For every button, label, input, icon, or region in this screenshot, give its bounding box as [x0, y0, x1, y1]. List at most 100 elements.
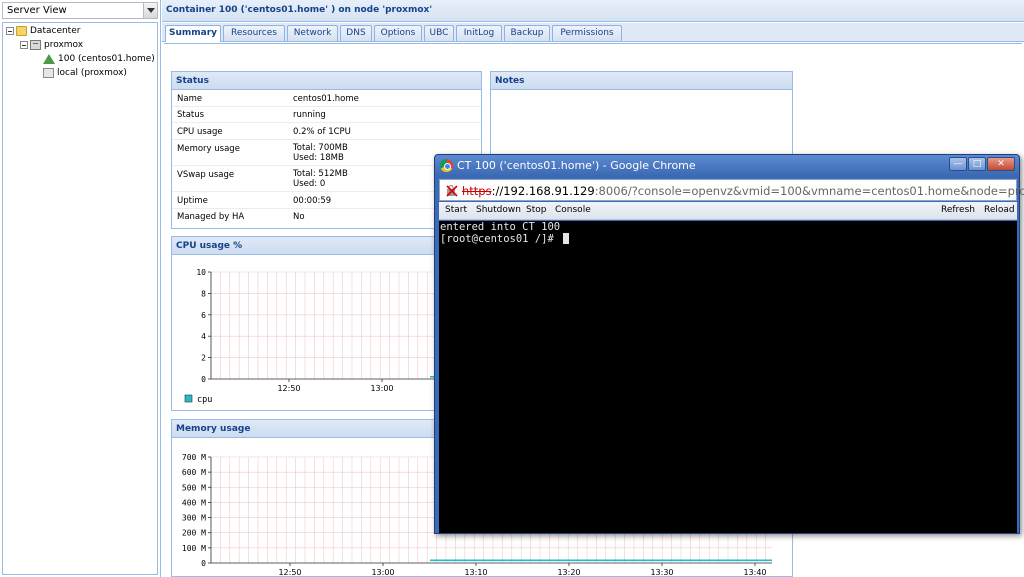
- y-tick-label: 200 M: [182, 529, 206, 538]
- tab-permissions[interactable]: Permissions: [552, 25, 622, 41]
- minimize-icon[interactable]: —: [949, 157, 967, 171]
- status-key: CPU usage: [177, 127, 223, 137]
- status-value: running: [293, 110, 326, 120]
- status-key: Managed by HA: [177, 212, 245, 222]
- storage-icon: [43, 68, 54, 78]
- close-icon[interactable]: ✕: [987, 157, 1015, 171]
- proxmox-window: Server View Datacenter proxmox 100 (cent…: [0, 0, 1024, 577]
- terminal[interactable]: entered into CT 100 [root@centos01 /]#: [439, 221, 1017, 533]
- view-select-value: Server View: [7, 5, 67, 16]
- status-value: Used: 18MB: [293, 153, 344, 163]
- tree-item-datacenter[interactable]: Datacenter: [6, 24, 80, 38]
- chrome-logo-icon: [440, 159, 453, 172]
- x-tick-label: 13:10: [464, 568, 487, 576]
- tree-item-label: local (proxmox): [57, 68, 127, 78]
- tree-item-label: 100 (centos01.home): [58, 54, 155, 64]
- folder-icon: [16, 26, 27, 36]
- y-tick-label: 10: [196, 268, 206, 277]
- y-tick-label: 2: [201, 354, 206, 363]
- status-value: 0.2% of 1CPU: [293, 127, 351, 137]
- x-tick-label: 12:50: [278, 568, 301, 576]
- collapse-icon[interactable]: [20, 41, 28, 49]
- url-host: ://192.168.91.129: [491, 184, 595, 198]
- y-tick-label: 0: [201, 559, 206, 568]
- url-text[interactable]: https://192.168.91.129:8006/?console=ope…: [462, 184, 1024, 198]
- tab-resources[interactable]: Resources: [223, 25, 285, 41]
- page-title: Container 100 ('centos01.home' ) on node…: [166, 5, 433, 15]
- chrome-titlebar[interactable]: CT 100 ('centos01.home') - Google Chrome…: [435, 155, 1019, 177]
- y-tick-label: 6: [201, 311, 206, 320]
- tab-dns[interactable]: DNS: [340, 25, 372, 41]
- legend-swatch: [184, 394, 193, 403]
- view-select[interactable]: Server View: [2, 2, 158, 19]
- status-value: No: [293, 212, 305, 222]
- notes-panel[interactable]: Notes: [490, 71, 793, 159]
- chrome-window-title: CT 100 ('centos01.home') - Google Chrome: [457, 159, 696, 172]
- tab-backup[interactable]: Backup: [504, 25, 550, 41]
- content-header: Container 100 ('centos01.home' ) on node…: [162, 0, 1024, 22]
- tab-options[interactable]: Options: [374, 25, 422, 41]
- status-key: Name: [177, 94, 203, 104]
- notes-panel-title: Notes: [491, 72, 792, 90]
- stop-button[interactable]: Stop: [526, 205, 546, 215]
- tab-initlog[interactable]: InitLog: [456, 25, 502, 41]
- toolbar-strip: [164, 43, 1022, 61]
- x-tick-label: 13:00: [371, 568, 394, 576]
- status-row: CPU usage 0.2% of 1CPU: [172, 123, 481, 140]
- y-tick-label: 700 M: [182, 453, 206, 462]
- url-protocol: https: [462, 184, 492, 198]
- console-button[interactable]: Console: [555, 205, 591, 215]
- chevron-down-icon[interactable]: [143, 3, 157, 18]
- start-button[interactable]: Start: [445, 205, 467, 215]
- left-panel: Server View Datacenter proxmox 100 (cent…: [0, 0, 161, 577]
- status-key: Memory usage: [177, 144, 240, 154]
- chrome-console-window: CT 100 ('centos01.home') - Google Chrome…: [434, 154, 1024, 534]
- reload-button[interactable]: Reload: [984, 205, 1015, 215]
- status-row: Name centos01.home: [172, 91, 481, 107]
- terminal-cursor: [563, 233, 570, 244]
- status-key: Status: [177, 110, 205, 120]
- collapse-icon[interactable]: [6, 27, 14, 35]
- terminal-line: entered into CT 100: [440, 221, 561, 233]
- terminal-prompt: [root@centos01 /]#: [440, 233, 561, 245]
- x-tick-label: 13:20: [557, 568, 580, 576]
- y-tick-label: 500 M: [182, 483, 206, 492]
- tree-item-storage-local[interactable]: local (proxmox): [43, 66, 127, 80]
- y-tick-label: 8: [201, 289, 206, 298]
- tree-item-proxmox[interactable]: proxmox: [20, 38, 83, 52]
- tab-ubc[interactable]: UBC: [424, 25, 454, 41]
- tab-network[interactable]: Network: [287, 25, 338, 41]
- y-tick-label: 4: [201, 332, 206, 341]
- x-tick-label: 13:40: [743, 568, 766, 576]
- tree-item-label: Datacenter: [30, 26, 81, 36]
- status-key: Uptime: [177, 196, 208, 206]
- url-path: :8006/?console=openvz&vmid=100&vmname=ce…: [594, 184, 1024, 198]
- status-value: Total: 700MB: [293, 143, 348, 153]
- maximize-icon[interactable]: □: [968, 157, 986, 171]
- insecure-lock-icon: [446, 185, 458, 197]
- tab-summary[interactable]: Summary: [165, 25, 221, 42]
- status-panel-title: Status: [172, 72, 481, 90]
- y-tick-label: 300 M: [182, 514, 206, 523]
- console-toolbar: Start Shutdown Stop Console Refresh Relo…: [439, 202, 1017, 220]
- status-row: Status running: [172, 107, 481, 123]
- address-bar[interactable]: https://192.168.91.129:8006/?console=ope…: [439, 179, 1024, 201]
- y-tick-label: 0: [201, 375, 206, 384]
- refresh-button[interactable]: Refresh: [941, 205, 975, 215]
- y-tick-label: 600 M: [182, 468, 206, 477]
- server-icon: [30, 40, 41, 50]
- status-value: Used: 0: [293, 179, 326, 189]
- y-tick-label: 100 M: [182, 544, 206, 553]
- tree-item-container-100[interactable]: 100 (centos01.home): [43, 52, 155, 66]
- status-value: Total: 512MB: [293, 169, 348, 179]
- x-tick-label: 13:30: [650, 568, 673, 576]
- resource-tree: Datacenter proxmox 100 (centos01.home) l…: [2, 22, 158, 575]
- status-key: VSwap usage: [177, 170, 235, 180]
- legend-label: cpu: [197, 395, 212, 405]
- shutdown-button[interactable]: Shutdown: [476, 205, 521, 215]
- y-tick-label: 400 M: [182, 498, 206, 507]
- tree-item-label: proxmox: [44, 40, 84, 50]
- status-value: centos01.home: [293, 94, 359, 104]
- tab-bar: Summary Resources Network DNS Options UB…: [162, 23, 1024, 42]
- terminal-prompt-line: [root@centos01 /]#: [440, 233, 570, 245]
